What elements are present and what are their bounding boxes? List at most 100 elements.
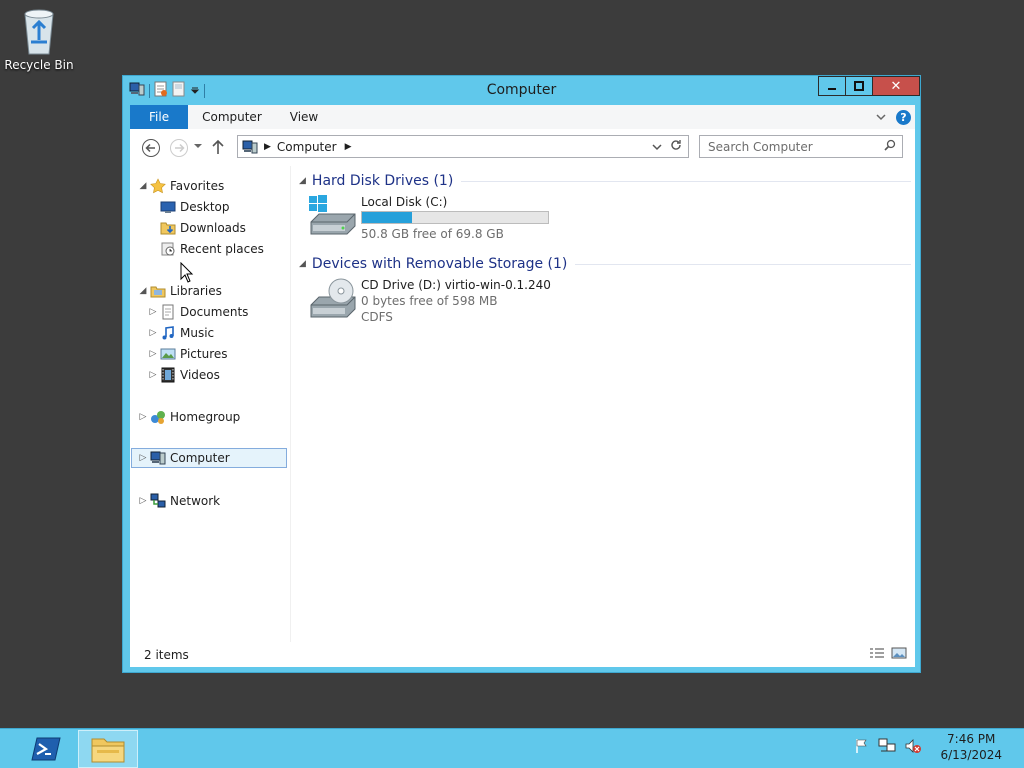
search-box[interactable]: Search Computer [699,135,903,158]
back-button[interactable] [141,138,161,158]
nav-recent-places-label: Recent places [180,242,264,256]
expand-triangle-icon[interactable]: ▷ [148,328,158,338]
up-arrow-icon [212,139,224,154]
collapse-triangle-icon[interactable]: ◢ [138,286,148,296]
ribbon-tabs: File Computer View ? [130,105,915,129]
cd-drive-icon [310,278,356,318]
forward-button[interactable] [169,138,189,158]
volume-muted-icon[interactable] [904,738,922,757]
nav-homegroup[interactable]: ▷ Homegroup [138,407,240,427]
nav-documents[interactable]: ▷ Documents [148,302,248,322]
drive-usage-fill [362,212,413,223]
powershell-taskbar-button[interactable] [23,730,69,768]
large-icons-view-icon[interactable] [891,647,907,662]
nav-libraries[interactable]: ◢ Libraries [138,281,222,301]
close-icon: ✕ [890,78,902,94]
nav-desktop[interactable]: Desktop [158,197,230,217]
navigation-pane: ◢ Favorites Desktop Downloads Recent pla… [130,166,291,652]
address-bar[interactable]: ▶ Computer ▶ [237,135,689,158]
nav-downloads-label: Downloads [180,221,246,235]
content-pane: ◢ Hard Disk Drives (1) Local Disk (C:) 5… [295,166,915,652]
back-arrow-icon [142,139,160,157]
help-icon[interactable]: ? [896,109,911,125]
title-bar[interactable]: Computer ✕ [123,76,920,104]
recycle-bin-label: Recycle Bin [4,58,74,72]
nav-favorites[interactable]: ◢ Favorites [138,176,224,196]
properties-icon[interactable] [154,81,168,100]
recycle-bin-icon [24,9,54,55]
collapse-triangle-icon[interactable]: ◢ [299,259,306,269]
nav-homegroup-label: Homegroup [170,410,241,424]
nav-videos[interactable]: ▷ Videos [148,365,220,385]
recycle-bin-shortcut[interactable]: Recycle Bin [4,6,74,72]
nav-pictures[interactable]: ▷ Pictures [148,344,228,364]
drive-free-space: 50.8 GB free of 69.8 GB [361,227,504,241]
clock-date: 6/13/2024 [940,748,1002,762]
close-button[interactable]: ✕ [872,76,920,96]
nav-music[interactable]: ▷ Music [148,323,215,343]
nav-recent-places[interactable]: Recent places [158,239,264,259]
breadcrumb-separator-icon[interactable]: ▶ [264,142,271,152]
taskbar: 7:46 PM 6/13/2024 [0,728,1024,768]
breadcrumb-separator-icon[interactable]: ▶ [345,142,352,152]
network-icon [150,493,166,509]
expand-triangle-icon[interactable]: ▷ [138,496,148,506]
minimize-icon [828,88,836,90]
pictures-icon [160,346,176,362]
file-explorer-taskbar-button[interactable] [78,730,138,768]
expand-triangle-icon[interactable]: ▷ [138,453,148,463]
new-folder-icon[interactable] [172,81,186,100]
search-input[interactable]: Search Computer [708,140,813,154]
nav-computer-label: Computer [170,451,230,465]
libraries-icon [150,283,166,299]
drive-name: Local Disk (C:) [361,195,448,209]
collapse-triangle-icon[interactable]: ◢ [138,181,148,191]
breadcrumb-computer[interactable]: Computer [277,140,337,154]
nav-pictures-label: Pictures [180,347,228,361]
nav-documents-label: Documents [180,305,249,319]
nav-desktop-label: Desktop [180,200,230,214]
expand-triangle-icon[interactable]: ▷ [148,370,158,380]
drive-usage-bar [361,211,549,224]
tab-view[interactable]: View [276,105,332,129]
details-view-icon[interactable] [869,647,885,662]
drive-local-disk-c[interactable]: Local Disk (C:) 50.8 GB free of 69.8 GB [307,194,549,242]
expand-triangle-icon[interactable]: ▷ [148,349,158,359]
collapse-triangle-icon[interactable]: ◢ [299,176,306,186]
refresh-icon[interactable] [670,139,682,154]
group-header-label: Devices with Removable Storage (1) [311,256,568,272]
expand-triangle-icon[interactable]: ▷ [148,307,158,317]
minimize-button[interactable] [818,76,845,96]
action-center-flag-icon[interactable] [854,738,870,757]
maximize-button[interactable] [845,76,872,96]
documents-icon [160,304,176,320]
network-tray-icon[interactable] [878,738,896,757]
customize-toolbar-icon[interactable] [190,84,200,98]
navigation-bar: ▶ Computer ▶ Search Computer [130,129,915,166]
drive-cd-d[interactable]: CD Drive (D:) virtio-win-0.1.240 0 bytes… [307,277,551,325]
computer-small-icon [242,140,258,154]
nav-downloads[interactable]: Downloads [158,218,246,238]
group-header-hard-disk-drives[interactable]: ◢ Hard Disk Drives (1) [299,173,911,189]
nav-network[interactable]: ▷ Network [138,491,220,511]
tab-computer[interactable]: Computer [188,105,276,129]
mouse-cursor-icon [180,262,194,283]
system-tray: 7:46 PM 6/13/2024 [854,731,1002,763]
system-clock[interactable]: 7:46 PM 6/13/2024 [940,731,1002,763]
group-header-removable-storage[interactable]: ◢ Devices with Removable Storage (1) [299,256,911,272]
maximize-icon [854,81,864,91]
computer-small-icon[interactable] [129,82,145,99]
tab-file[interactable]: File [130,105,189,129]
search-icon[interactable] [884,139,896,154]
videos-icon [160,367,176,383]
address-history-icon[interactable] [652,140,662,154]
nav-music-label: Music [180,326,215,340]
recent-locations-button[interactable] [193,142,203,150]
up-button[interactable] [211,138,225,156]
expand-triangle-icon[interactable]: ▷ [138,412,148,422]
group-header-label: Hard Disk Drives (1) [311,173,454,189]
expand-ribbon-icon[interactable] [876,110,886,124]
nav-computer[interactable]: ▷ Computer [131,448,287,468]
forward-arrow-icon [170,139,188,157]
powershell-icon [31,737,61,761]
